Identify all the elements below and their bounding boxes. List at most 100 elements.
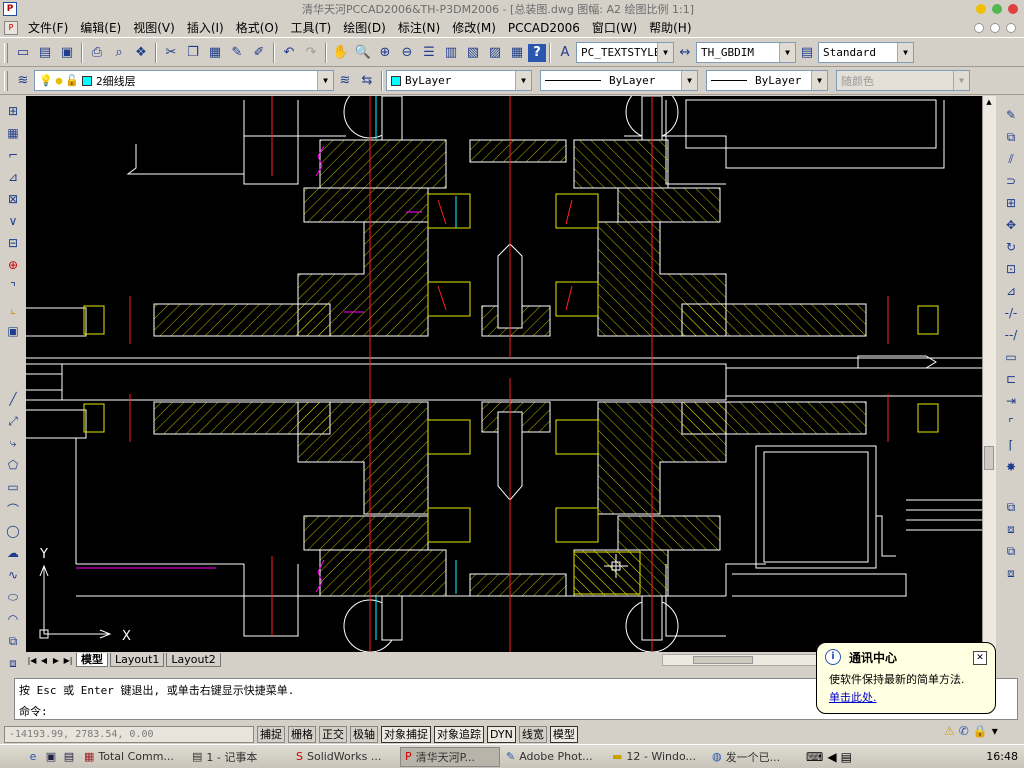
revision-cloud-icon[interactable]: ☁ (2, 542, 24, 564)
tab-layout1[interactable]: Layout1 (110, 653, 165, 667)
zoom-realtime-icon[interactable]: 🔍 (352, 42, 374, 64)
layer-previous-icon[interactable]: ⇆ (356, 70, 378, 92)
construction-line-icon[interactable]: ⤢ (2, 410, 24, 432)
doc-close-button[interactable] (1006, 22, 1016, 33)
ellipse-icon[interactable]: ⬭ (2, 586, 24, 608)
plot-icon[interactable]: ⎙ (86, 42, 108, 64)
task-photoshop[interactable]: ✎ Adobe Phot... (502, 747, 606, 767)
first-tab-icon[interactable]: |◀ (26, 654, 38, 666)
chevron-down-icon[interactable]: ▼ (897, 43, 913, 62)
color-select[interactable]: ByLayer ▼ (386, 70, 532, 91)
pccad-tool-1-icon[interactable]: ⊞ (2, 100, 24, 122)
menu-window[interactable]: 窗口(W) (586, 19, 643, 36)
design-center-icon[interactable]: ▥ (440, 42, 462, 64)
pccad-tool-5-icon[interactable]: ⊠ (2, 188, 24, 210)
spline-icon[interactable]: ∿ (2, 564, 24, 586)
comm-center-icon[interactable]: ✆ (959, 724, 969, 738)
make-block-icon[interactable]: ⧈ (2, 652, 24, 674)
erase-icon[interactable]: ✎ (1000, 104, 1022, 126)
cut-icon[interactable]: ✂ (160, 42, 182, 64)
trim-icon[interactable]: -/- (1000, 302, 1022, 324)
table-style-select[interactable]: Standard ▼ (818, 42, 914, 63)
chamfer-icon[interactable]: ⌜ (1000, 412, 1022, 434)
balloon-link[interactable]: 单击此处. (829, 689, 877, 705)
speaker-icon[interactable]: ◀ (827, 750, 836, 764)
menu-format[interactable]: 格式(O) (230, 19, 285, 36)
toolbar-grip[interactable] (4, 42, 8, 63)
polyline-icon[interactable]: ⤷ (2, 432, 24, 454)
insert-block-icon[interactable]: ⧉ (2, 630, 24, 652)
network-icon[interactable]: ▤ (841, 750, 852, 764)
chevron-down-icon[interactable]: ▼ (811, 71, 827, 90)
menu-edit[interactable]: 编辑(E) (74, 19, 127, 36)
menu-file[interactable]: 文件(F) (22, 19, 74, 36)
ellipse-arc-icon[interactable]: ◠ (2, 608, 24, 630)
vertical-scrollbar[interactable]: ▲ (982, 96, 996, 666)
layer-select[interactable]: 💡 ● 🔓 2细线层 ▼ (34, 70, 334, 91)
minimize-button[interactable] (976, 4, 986, 14)
snap-toggle[interactable]: 捕捉 (257, 725, 285, 743)
pccad-tool-11-icon[interactable]: ▣ (2, 320, 24, 342)
doc-restore-button[interactable] (990, 22, 1000, 33)
task-notepad[interactable]: ▤ 1 - 记事本 (188, 747, 290, 767)
last-tab-icon[interactable]: ▶| (62, 654, 74, 666)
scroll-up-icon[interactable]: ▲ (984, 98, 994, 108)
match-properties-icon[interactable]: ✎ (226, 42, 248, 64)
new-icon[interactable]: ▭ (12, 42, 34, 64)
save-icon[interactable]: ▣ (56, 42, 78, 64)
mirror-icon[interactable]: ⫽ (1000, 148, 1022, 170)
pccad-tool-10-icon[interactable]: ⌞ (2, 298, 24, 320)
pccad-tool-4-icon[interactable]: ⊿ (2, 166, 24, 188)
break-at-point-icon[interactable]: ▭ (1000, 346, 1022, 368)
otrack-toggle[interactable]: 对象追踪 (434, 725, 484, 743)
text-style-select[interactable]: PC_TEXTSTYLE ▼ (576, 42, 674, 63)
move-icon[interactable]: ✥ (1000, 214, 1022, 236)
send-back-icon[interactable]: ⧈ (1000, 518, 1022, 540)
offset-icon[interactable]: ⊃ (1000, 170, 1022, 192)
send-under-icon[interactable]: ⧈ (1000, 562, 1022, 584)
extend-icon[interactable]: --/ (1000, 324, 1022, 346)
menu-modify[interactable]: 修改(M) (446, 19, 502, 36)
line-icon[interactable]: ╱ (2, 388, 24, 410)
zoom-window-icon[interactable]: ⊕ (374, 42, 396, 64)
lightbulb-icon[interactable]: 💡 (39, 74, 53, 87)
close-icon[interactable]: ✕ (973, 651, 987, 665)
explode-icon[interactable]: ✸ (1000, 456, 1022, 478)
keyboard-icon[interactable]: ⌨ (806, 750, 823, 764)
chevron-down-icon[interactable]: ▼ (515, 71, 531, 90)
doc-minimize-button[interactable] (974, 22, 984, 33)
menu-pccad[interactable]: PCCAD2006 (502, 21, 586, 35)
pan-icon[interactable]: ✋ (330, 42, 352, 64)
status-menu-icon[interactable]: ▾ (992, 724, 998, 738)
array-icon[interactable]: ⊞ (1000, 192, 1022, 214)
rectangle-icon[interactable]: ▭ (2, 476, 24, 498)
pccad-logo-icon[interactable]: P (3, 2, 17, 16)
zoom-previous-icon[interactable]: ⊖ (396, 42, 418, 64)
open-icon[interactable]: ▤ (34, 42, 56, 64)
bring-above-icon[interactable]: ⧉ (1000, 540, 1022, 562)
chevron-down-icon[interactable]: ▼ (681, 71, 697, 90)
sun-icon[interactable]: ● (56, 74, 63, 87)
scroll-thumb[interactable] (984, 446, 994, 470)
maximize-button[interactable] (992, 4, 1002, 14)
task-browser[interactable]: ◍ 发一个已... (708, 747, 800, 767)
circle-icon[interactable]: ◯ (2, 520, 24, 542)
help-icon[interactable]: ? (528, 43, 546, 62)
apple-logo-icon[interactable] (4, 748, 24, 766)
pccad-tool-9-icon[interactable]: ⌝ (2, 276, 24, 298)
table-style-icon[interactable]: ▤ (796, 42, 818, 64)
polar-toggle[interactable]: 极轴 (350, 725, 378, 743)
prev-tab-icon[interactable]: ◀ (38, 654, 50, 666)
redo-icon[interactable]: ↷ (300, 42, 322, 64)
text-style-icon[interactable]: A (554, 42, 576, 64)
chevron-down-icon[interactable]: ▼ (657, 43, 673, 62)
next-tab-icon[interactable]: ▶ (50, 654, 62, 666)
linetype-select[interactable]: ByLayer ▼ (540, 70, 698, 91)
pccad-tool-3-icon[interactable]: ⌐ (2, 144, 24, 166)
tab-layout2[interactable]: Layout2 (166, 653, 221, 667)
scale-icon[interactable]: ⊡ (1000, 258, 1022, 280)
osnap-toggle[interactable]: 对象捕捉 (381, 725, 431, 743)
make-layer-current-icon[interactable]: ≋ (334, 70, 356, 92)
grid-toggle[interactable]: 栅格 (288, 725, 316, 743)
drawing-canvas[interactable]: Y X (26, 96, 982, 652)
